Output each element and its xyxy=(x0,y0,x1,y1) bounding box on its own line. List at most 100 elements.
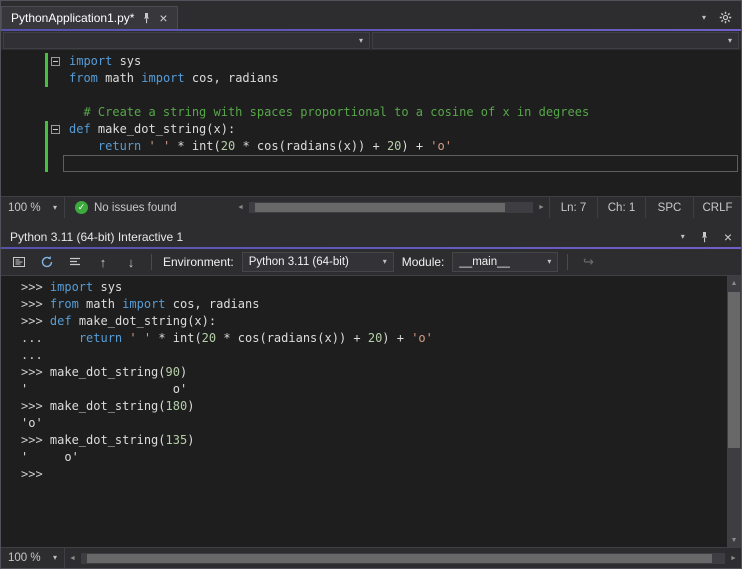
scroll-right-icon[interactable]: ► xyxy=(534,204,549,211)
scroll-left-icon[interactable]: ◄ xyxy=(233,204,248,211)
code-line[interactable]: ... xyxy=(1,347,727,364)
environment-value: Python 3.11 (64-bit) xyxy=(248,256,349,268)
code-line[interactable]: def make_dot_string(x): xyxy=(1,121,741,138)
scroll-right-icon[interactable]: ► xyxy=(726,555,741,562)
line-ending-indicator[interactable]: CRLF xyxy=(693,197,741,218)
breakpoint-margin[interactable] xyxy=(1,155,49,172)
code-line[interactable] xyxy=(1,87,741,104)
tab-options-gear-icon[interactable] xyxy=(719,11,732,24)
code-text: def make_dot_string(x): xyxy=(65,121,235,138)
token-kw: def xyxy=(69,122,91,136)
code-line[interactable]: ' o' xyxy=(1,449,727,466)
pin-tab-icon[interactable] xyxy=(141,12,152,24)
token-pl: * int( xyxy=(170,139,221,153)
chevron-down-icon: ▾ xyxy=(547,257,552,266)
window-position-dropdown-icon[interactable]: ▾ xyxy=(681,232,685,241)
pin-window-icon[interactable] xyxy=(699,231,710,243)
token-pl: make_dot_string(x): xyxy=(90,122,236,136)
zoom-control[interactable]: 100 % ▾ xyxy=(1,197,65,218)
interactive-options-icon[interactable] xyxy=(8,252,30,272)
code-line[interactable]: >>> from math import cos, radians xyxy=(1,296,727,313)
tab-pythonapplication1[interactable]: PythonApplication1.py* × xyxy=(1,6,178,29)
current-line-box xyxy=(63,155,738,172)
code-line[interactable]: 'o' xyxy=(1,415,727,432)
horizontal-scrollbar-thumb[interactable] xyxy=(87,553,713,563)
code-line[interactable]: >>> make_dot_string(180) xyxy=(1,398,727,415)
token-num: 90 xyxy=(165,365,180,379)
code-line[interactable]: >>> xyxy=(1,466,727,483)
code-line[interactable]: >>> make_dot_string(135) xyxy=(1,432,727,449)
document-health-indicator[interactable]: ✓ No issues found xyxy=(65,201,233,214)
token-pl: ) xyxy=(187,399,195,413)
history-previous-icon[interactable]: ↑ xyxy=(92,252,114,272)
outlining-margin xyxy=(49,53,65,70)
token-pl: * int( xyxy=(151,331,202,345)
breakpoint-margin[interactable] xyxy=(1,121,49,138)
token-pl: make_dot_string(x): xyxy=(71,314,217,328)
zoom-control[interactable]: 100 % ▾ xyxy=(1,548,65,568)
code-text: import sys xyxy=(65,53,141,70)
environment-dropdown[interactable]: Python 3.11 (64-bit) ▾ xyxy=(241,252,394,272)
chevron-down-icon: ▾ xyxy=(52,202,57,212)
breakpoint-margin[interactable] xyxy=(1,138,49,155)
vertical-scrollbar-thumb[interactable] xyxy=(728,292,740,448)
change-tracking-bar xyxy=(45,70,48,87)
close-window-icon[interactable]: × xyxy=(724,230,732,244)
zoom-value: 100 % xyxy=(8,552,41,564)
history-next-icon[interactable]: ↓ xyxy=(120,252,142,272)
code-line[interactable]: # Create a string with spaces proportion… xyxy=(1,104,741,121)
scroll-up-icon[interactable]: ▲ xyxy=(727,276,741,290)
document-list-dropdown-icon[interactable]: ▾ xyxy=(702,13,706,22)
breakpoint-margin[interactable] xyxy=(1,87,49,104)
code-line[interactable]: >>> make_dot_string(90) xyxy=(1,364,727,381)
interactive-title-bar[interactable]: Python 3.11 (64-bit) Interactive 1 ▾ × xyxy=(1,226,741,247)
horizontal-scrollbar[interactable] xyxy=(249,202,533,213)
vertical-scrollbar[interactable]: ▲ ▼ xyxy=(727,276,741,547)
code-text: >>> import sys xyxy=(1,279,122,296)
interactive-output-area: >>> import sys >>> from math import cos, … xyxy=(1,276,741,547)
interactive-toolbar: ↑ ↓ Environment: Python 3.11 (64-bit) ▾ … xyxy=(1,249,741,276)
nav-project-dropdown[interactable]: ▾ xyxy=(3,32,370,49)
code-line[interactable]: >>> import sys xyxy=(1,279,727,296)
window-splitter[interactable] xyxy=(1,218,741,226)
outlining-margin xyxy=(49,121,65,138)
repl-code[interactable]: >>> import sys >>> from math import cos, … xyxy=(1,276,727,547)
token-pl: ) xyxy=(179,365,188,379)
horizontal-scrollbar-thumb[interactable] xyxy=(254,203,505,212)
reset-icon[interactable] xyxy=(36,252,58,272)
fold-collapse-icon[interactable] xyxy=(51,57,60,66)
code-line[interactable]: ... return ' ' * int(20 * cos(radians(x)… xyxy=(1,330,727,347)
clear-screen-icon[interactable] xyxy=(64,252,86,272)
token-pl: ) + xyxy=(382,331,412,345)
module-dropdown[interactable]: __main__ ▾ xyxy=(452,252,559,272)
code-text: >>> make_dot_string(180) xyxy=(1,398,194,415)
change-tracking-bar xyxy=(45,121,48,138)
scroll-left-icon[interactable]: ◄ xyxy=(65,555,80,562)
breakpoint-margin[interactable] xyxy=(1,104,49,121)
code-line[interactable] xyxy=(1,155,741,172)
token-kw: from xyxy=(49,297,79,311)
document-tab-strip: PythonApplication1.py* × ▾ xyxy=(1,1,741,29)
horizontal-scrollbar[interactable] xyxy=(81,552,725,564)
breakpoint-margin[interactable] xyxy=(1,53,49,70)
code-line[interactable]: ' o' xyxy=(1,381,727,398)
code-text: >>> make_dot_string(90) xyxy=(1,364,187,381)
code-line[interactable]: >>> def make_dot_string(x): xyxy=(1,313,727,330)
vertical-scrollbar-track[interactable] xyxy=(727,290,741,533)
code-line[interactable]: return ' ' * int(20 * cos(radians(x)) + … xyxy=(1,138,741,155)
scroll-down-icon[interactable]: ▼ xyxy=(727,533,741,547)
token-prm: >>> xyxy=(21,314,50,328)
spaces-indicator[interactable]: SPC xyxy=(645,197,693,218)
code-line[interactable]: from math import cos, radians xyxy=(1,70,741,87)
token-kw: import xyxy=(69,54,113,68)
editor-code[interactable]: import sys from math import cos, radians … xyxy=(1,50,741,196)
breakpoint-margin[interactable] xyxy=(1,70,49,87)
token-prm: >>> xyxy=(21,399,50,413)
close-tab-icon[interactable]: × xyxy=(159,11,167,25)
chevron-down-icon: ▾ xyxy=(382,257,387,266)
fold-collapse-icon[interactable] xyxy=(51,125,60,134)
nav-member-dropdown[interactable]: ▾ xyxy=(372,32,739,49)
code-line[interactable]: import sys xyxy=(1,53,741,70)
